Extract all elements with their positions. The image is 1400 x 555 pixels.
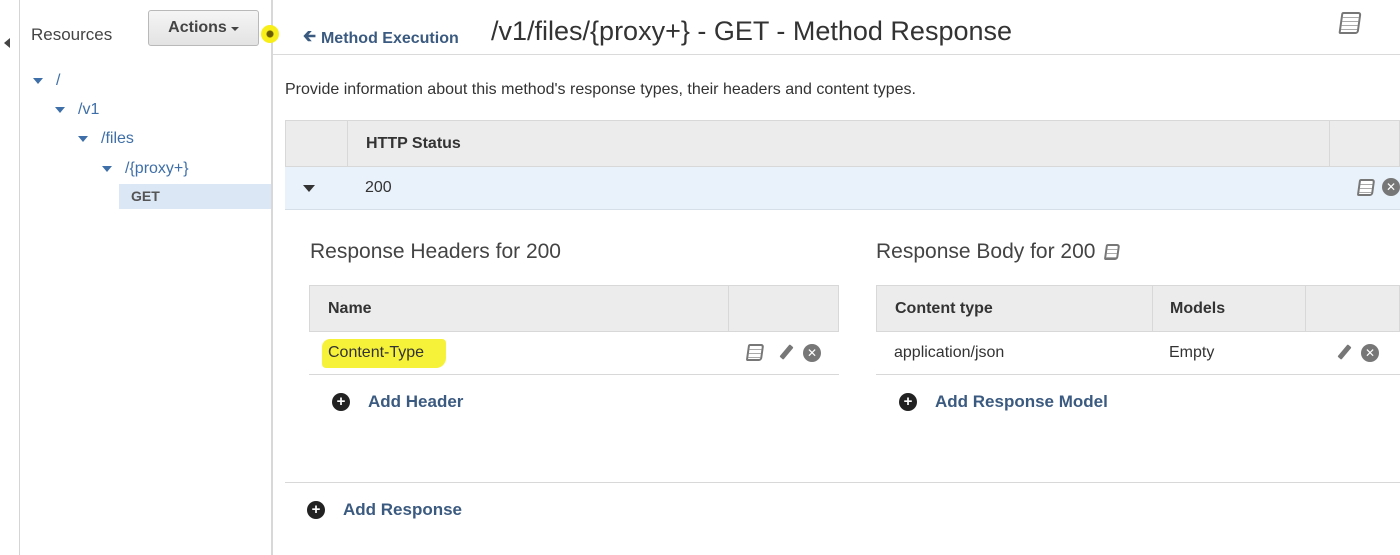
- collapse-panel-icon[interactable]: [4, 38, 10, 48]
- tree-item-proxy[interactable]: /{proxy+}: [102, 160, 189, 178]
- response-headers-table: Name Content-Type ✕: [309, 285, 839, 375]
- expand-column-header: [286, 121, 348, 166]
- column-divider: [1329, 121, 1330, 166]
- model-value: Empty: [1169, 344, 1215, 361]
- body-table-header: Content type Models: [876, 285, 1400, 332]
- page-header: 🡰 Method Execution /v1/files/{proxy+} - …: [273, 0, 1400, 55]
- delete-icon[interactable]: ✕: [803, 344, 821, 362]
- resources-panel: Resources Actions / /v1 /files /{proxy+}…: [20, 0, 279, 555]
- status-row[interactable]: 200 ✕: [285, 167, 1400, 210]
- add-header-label: Add Header: [368, 392, 464, 411]
- tree-item-label: /files: [101, 130, 134, 147]
- caret-down-icon: [230, 27, 239, 31]
- tree-item-label: /{proxy+}: [125, 160, 189, 177]
- pencil-icon[interactable]: [778, 344, 794, 362]
- expand-arrow-icon[interactable]: [33, 78, 43, 84]
- header-name: Content-Type: [328, 344, 425, 361]
- book-icon[interactable]: [1338, 12, 1362, 34]
- book-icon[interactable]: [1104, 244, 1121, 260]
- actions-button[interactable]: Actions: [148, 10, 259, 46]
- content-type-column-header: Content type: [895, 300, 993, 317]
- method-execution-link[interactable]: 🡰 Method Execution: [303, 25, 459, 52]
- plus-icon: +: [332, 393, 350, 411]
- response-headers-title: Response Headers for 200: [310, 240, 561, 263]
- delete-icon[interactable]: ✕: [1361, 344, 1379, 362]
- tree-item-root[interactable]: /: [33, 72, 60, 90]
- column-divider: [1305, 286, 1306, 331]
- delete-icon[interactable]: ✕: [1382, 178, 1400, 196]
- resources-title: Resources: [31, 25, 113, 44]
- add-response-model-label: Add Response Model: [935, 392, 1108, 411]
- tree-item-get-method[interactable]: GET: [119, 184, 271, 209]
- column-divider: [1152, 286, 1153, 331]
- arrow-left-icon: 🡰: [303, 28, 316, 45]
- response-body-title: Response Body for 200: [876, 240, 1121, 264]
- plus-icon: +: [307, 501, 325, 519]
- response-body-title-text: Response Body for 200: [876, 240, 1096, 263]
- tree-item-v1[interactable]: /v1: [55, 101, 99, 119]
- page-description: Provide information about this method's …: [285, 81, 916, 98]
- tree-item-files[interactable]: /files: [78, 130, 134, 148]
- pencil-icon[interactable]: [1336, 344, 1352, 362]
- column-divider: [728, 286, 729, 331]
- tree-item-label: /v1: [78, 101, 100, 118]
- tree-item-label: /: [56, 72, 61, 89]
- models-column-header: Models: [1170, 300, 1226, 317]
- add-response-model-button[interactable]: + Add Response Model: [899, 392, 1108, 412]
- status-code: 200: [365, 179, 392, 196]
- response-body-table: Content type Models application/json Emp…: [876, 285, 1400, 375]
- plus-icon: +: [899, 393, 917, 411]
- table-row: application/json Empty ✕: [876, 332, 1400, 375]
- http-status-header: HTTP Status: [366, 135, 461, 152]
- content-type-value: application/json: [894, 344, 1005, 361]
- table-row: Content-Type ✕: [309, 332, 839, 375]
- expand-arrow-icon[interactable]: [55, 107, 65, 113]
- book-icon[interactable]: [745, 344, 765, 361]
- add-header-button[interactable]: + Add Header: [332, 392, 463, 412]
- back-link-label: Method Execution: [320, 29, 459, 47]
- add-response-label: Add Response: [343, 500, 463, 519]
- name-column-header: Name: [328, 300, 372, 317]
- actions-label: Actions: [168, 19, 227, 36]
- divider: [285, 482, 1400, 483]
- add-response-button[interactable]: + Add Response: [307, 500, 462, 520]
- collapse-arrow-icon[interactable]: [303, 185, 315, 192]
- book-icon[interactable]: [1356, 179, 1376, 196]
- expand-arrow-icon[interactable]: [102, 166, 112, 172]
- headers-table-header: Name: [309, 285, 839, 332]
- status-table-header: HTTP Status: [285, 120, 1400, 167]
- left-edge-strip: [0, 0, 20, 555]
- expand-arrow-icon[interactable]: [78, 136, 88, 142]
- page-title: /v1/files/{proxy+} - GET - Method Respon…: [491, 16, 1013, 46]
